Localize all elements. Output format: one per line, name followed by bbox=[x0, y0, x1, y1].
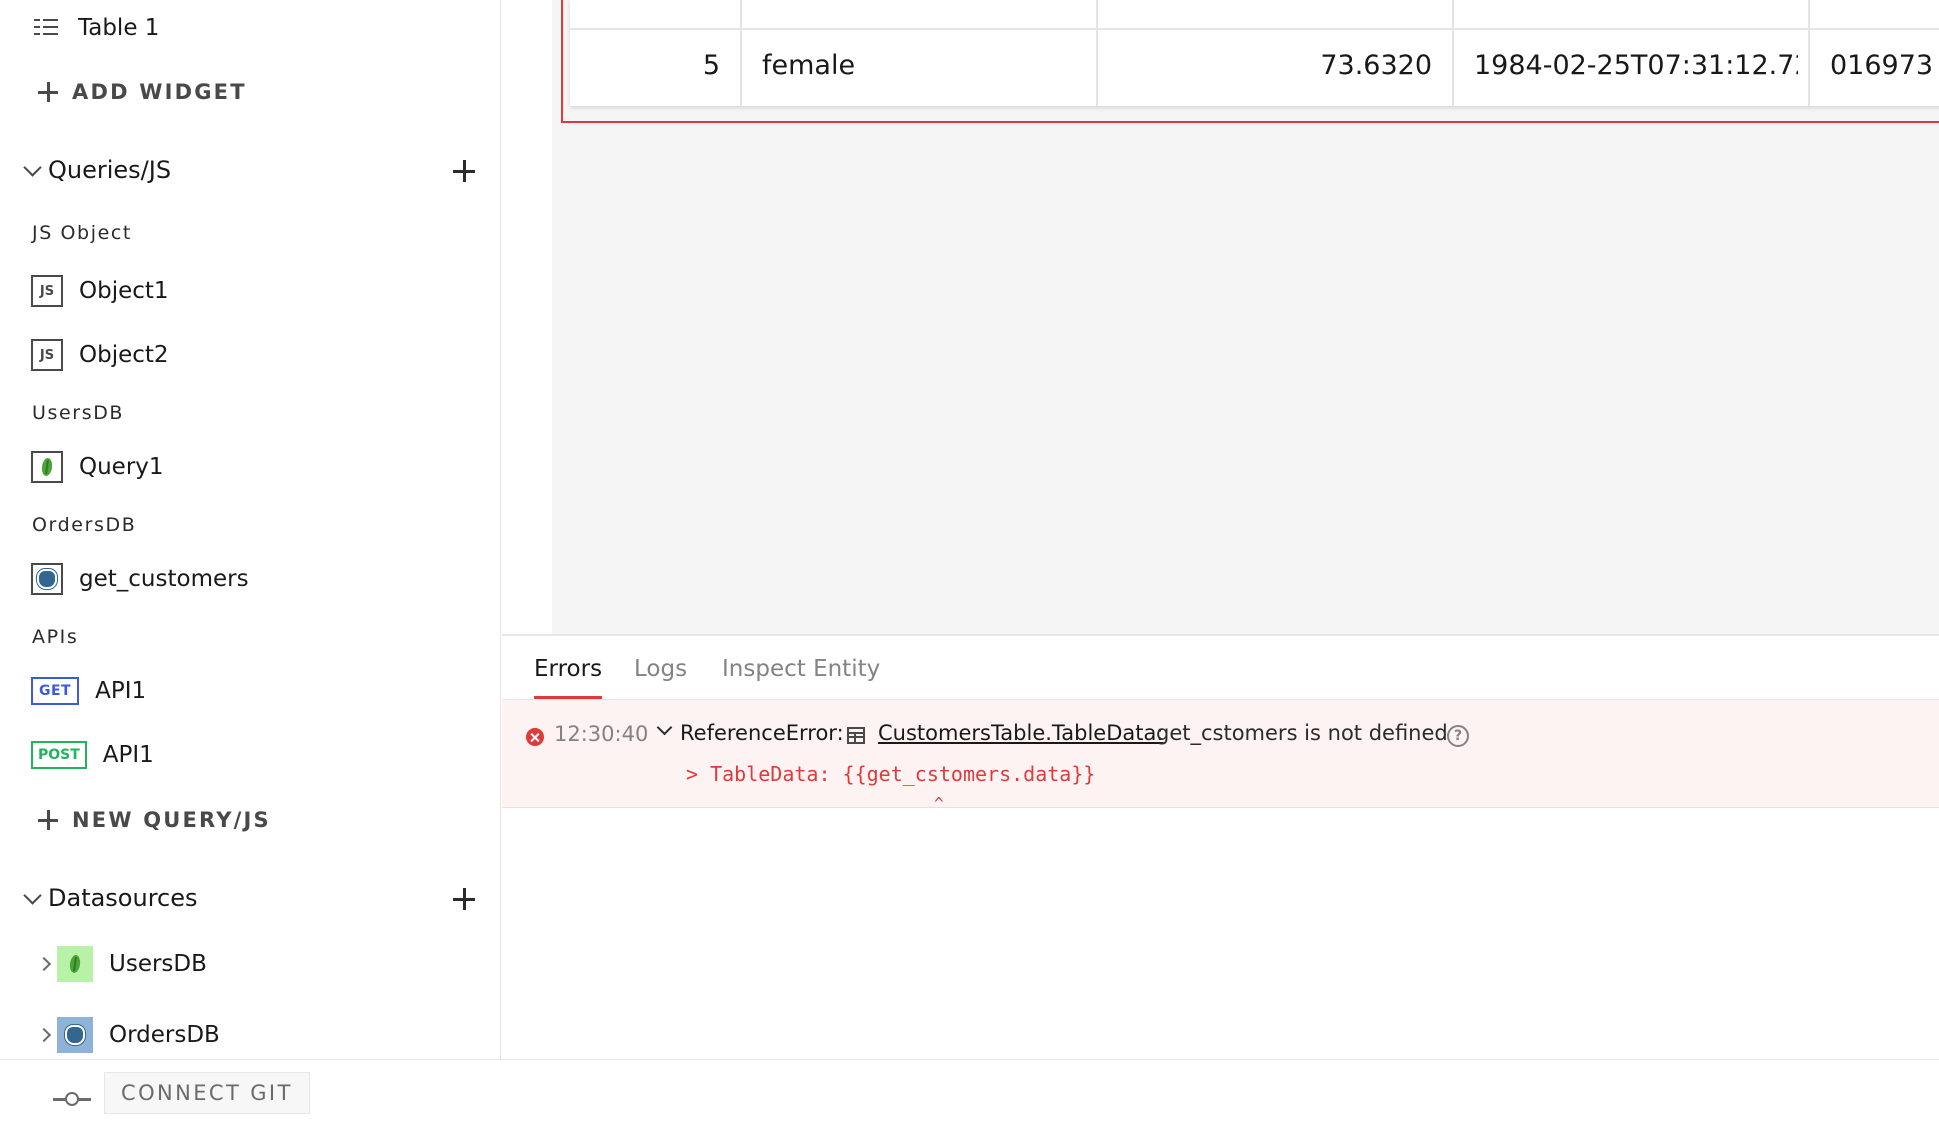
datasource-item-label: OrdersDB bbox=[109, 1022, 220, 1048]
error-code-snippet: > TableData: {{get_cstomers.data}} bbox=[686, 762, 1096, 786]
widget-item-table1[interactable]: Table 1 bbox=[0, 8, 500, 48]
plus-icon bbox=[38, 82, 58, 102]
bottom-bar: CONNECT GIT bbox=[0, 1059, 1939, 1125]
connect-git-button[interactable]: CONNECT GIT bbox=[104, 1072, 310, 1114]
query-item-object2[interactable]: JS Object2 bbox=[0, 335, 500, 375]
group-label-usersdb: UsersDB bbox=[32, 402, 125, 424]
add-widget-button[interactable]: ADD WIDGET bbox=[0, 72, 500, 112]
plus-icon bbox=[38, 810, 58, 830]
tab-inspect-entity[interactable]: Inspect Entity bbox=[722, 656, 880, 682]
table-list-icon bbox=[34, 17, 58, 39]
queries-section-title: Queries/JS bbox=[48, 156, 172, 184]
tab-logs[interactable]: Logs bbox=[634, 656, 687, 682]
error-message: get_cstomers is not defined bbox=[1156, 721, 1448, 745]
postgres-icon bbox=[31, 563, 63, 595]
query-item-get-customers[interactable]: get_customers bbox=[0, 559, 500, 599]
mongodb-icon bbox=[31, 451, 63, 483]
new-query-label: NEW QUERY/JS bbox=[72, 808, 271, 832]
chevron-down-icon[interactable] bbox=[657, 722, 673, 738]
chevron-right-icon[interactable] bbox=[38, 1026, 54, 1044]
add-query-plus-icon[interactable] bbox=[453, 160, 475, 182]
queries-section-header[interactable]: Queries/JS bbox=[0, 150, 500, 190]
explorer-sidebar: Table 1 ADD WIDGET Queries/JS JS Object … bbox=[0, 0, 501, 1059]
query-item-object1[interactable]: JS Object1 bbox=[0, 271, 500, 311]
query-item-label: API1 bbox=[95, 678, 147, 704]
canvas-gutter bbox=[502, 0, 552, 634]
error-circle-icon bbox=[526, 728, 544, 746]
chevron-down-icon bbox=[23, 888, 43, 908]
datasources-section-header[interactable]: Datasources bbox=[0, 878, 500, 918]
add-widget-label: ADD WIDGET bbox=[72, 80, 247, 104]
js-object-icon: JS bbox=[31, 275, 63, 307]
table-widget-icon bbox=[847, 727, 865, 744]
query-item-label: Object2 bbox=[79, 342, 169, 368]
datasource-item-ordersdb[interactable]: OrdersDB bbox=[0, 1015, 500, 1055]
get-badge-icon: GET bbox=[31, 677, 80, 705]
error-type: ReferenceError: bbox=[680, 721, 844, 745]
help-icon[interactable]: ? bbox=[1447, 725, 1469, 747]
group-label-apis: APIs bbox=[32, 626, 79, 648]
query-item-label: API1 bbox=[102, 742, 154, 768]
datasources-section-title: Datasources bbox=[48, 884, 198, 912]
postgres-icon bbox=[57, 1017, 93, 1053]
query-item-label: get_customers bbox=[79, 566, 249, 592]
datasource-item-usersdb[interactable]: UsersDB bbox=[0, 944, 500, 984]
widget-item-label: Table 1 bbox=[78, 15, 160, 41]
group-label-ordersdb: OrdersDB bbox=[32, 514, 137, 536]
error-caret: ^ bbox=[934, 794, 944, 813]
query-item-label: Object1 bbox=[79, 278, 169, 304]
widget-error-outline bbox=[561, 0, 1939, 123]
query-item-label: Query1 bbox=[79, 454, 164, 480]
error-entity-link[interactable]: CustomersTable.TableData: bbox=[878, 721, 1163, 745]
git-commit-icon bbox=[53, 1092, 91, 1106]
editor-canvas[interactable]: 5 female 73.6320 1984-02-25T07:31:12.72:… bbox=[502, 0, 1939, 634]
chevron-down-icon bbox=[23, 160, 43, 180]
error-timestamp: 12:30:40 bbox=[554, 722, 649, 746]
datasource-item-label: UsersDB bbox=[109, 951, 207, 977]
chevron-right-icon[interactable] bbox=[38, 955, 54, 973]
add-datasource-plus-icon[interactable] bbox=[453, 888, 475, 910]
tab-errors[interactable]: Errors bbox=[534, 656, 602, 682]
debugger-panel: Errors Logs Inspect Entity 12:30:40 Refe… bbox=[502, 634, 1939, 1059]
error-log-row[interactable]: 12:30:40 ReferenceError: CustomersTable.… bbox=[502, 700, 1939, 813]
js-object-icon: JS bbox=[31, 339, 63, 371]
group-label-js-object: JS Object bbox=[32, 222, 132, 244]
query-item-api1-get[interactable]: GET API1 bbox=[0, 671, 500, 711]
query-item-query1[interactable]: Query1 bbox=[0, 447, 500, 487]
query-item-api1-post[interactable]: POST API1 bbox=[0, 735, 500, 775]
new-query-button[interactable]: NEW QUERY/JS bbox=[0, 800, 500, 840]
mongodb-icon bbox=[57, 946, 93, 982]
post-badge-icon: POST bbox=[31, 741, 87, 769]
